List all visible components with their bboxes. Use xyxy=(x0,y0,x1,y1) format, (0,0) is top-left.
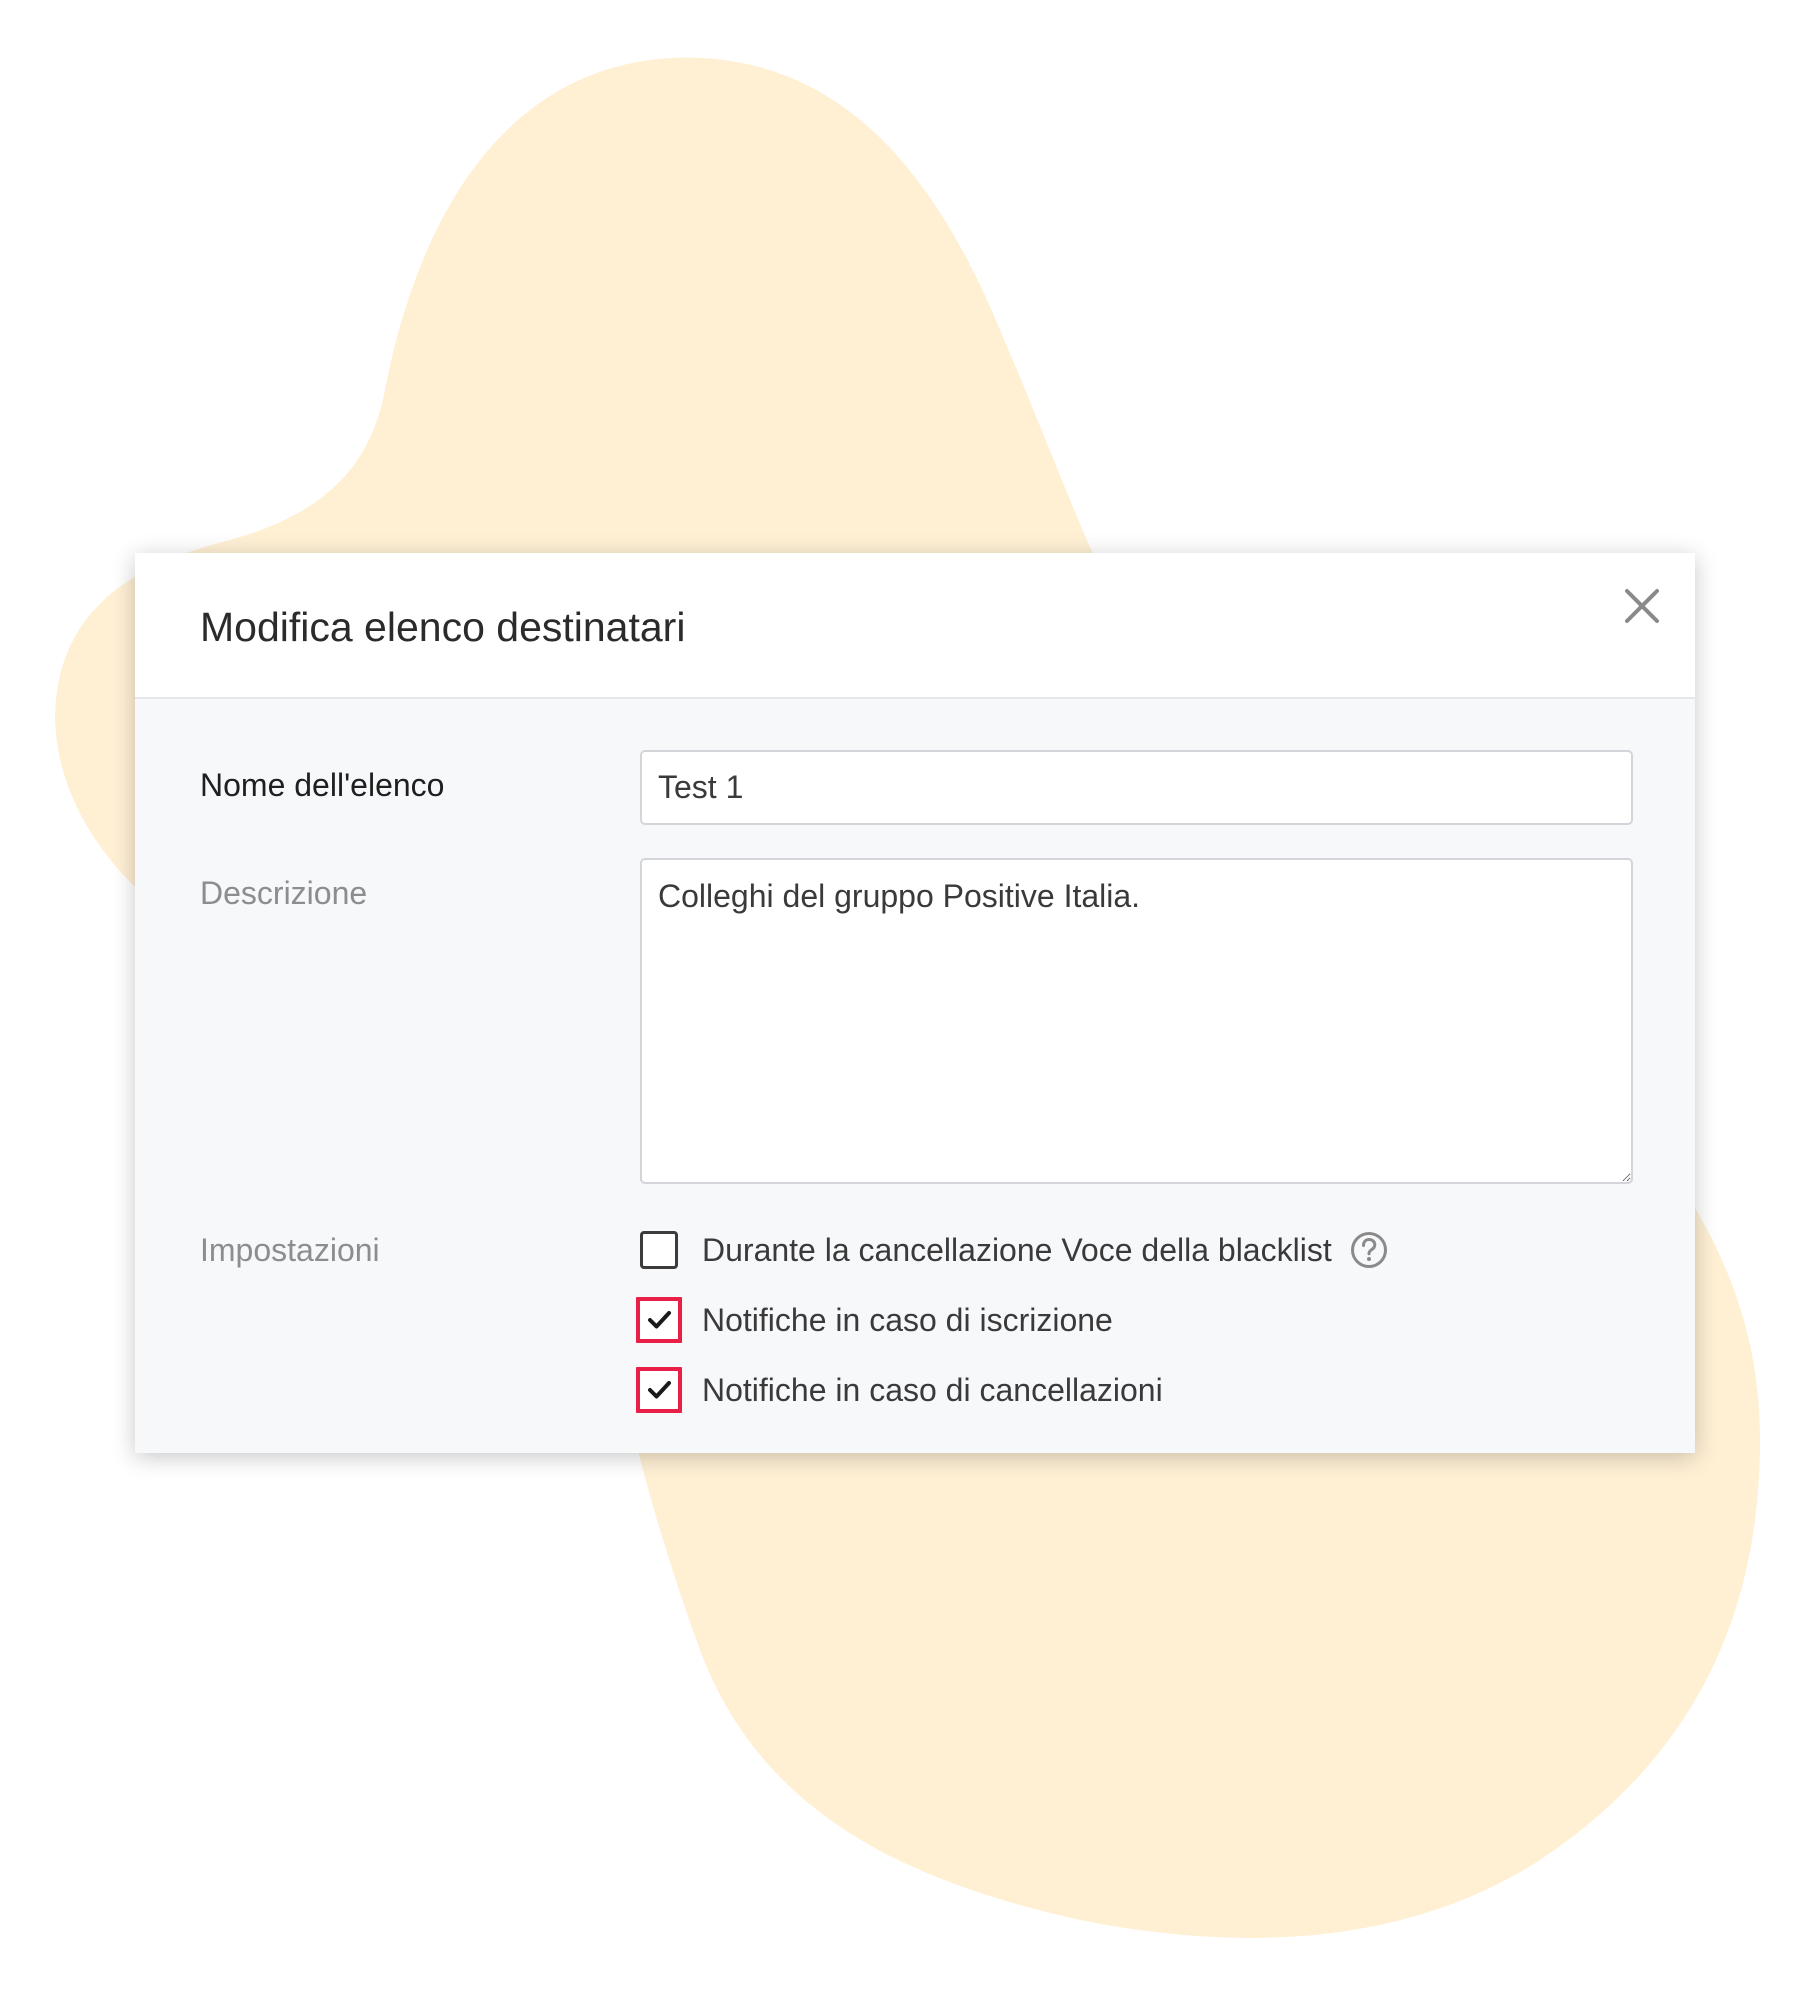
checkmark-icon xyxy=(648,1381,671,1399)
edit-list-dialog: Modifica elenco destinatari Nome dell'el… xyxy=(135,553,1695,1453)
blacklist-checkbox[interactable] xyxy=(640,1231,678,1269)
blacklist-option-label: Durante la cancellazione Voce della blac… xyxy=(702,1232,1332,1268)
dialog-title: Modifica elenco destinatari xyxy=(200,604,686,650)
checkmark-icon xyxy=(648,1311,671,1329)
close-icon xyxy=(1625,589,1659,623)
description-textarea[interactable]: Colleghi del gruppo Positive Italia. xyxy=(640,858,1633,1184)
settings-label: Impostazioni xyxy=(200,1232,380,1268)
unsubscribe-option-label: Notifiche in caso di cancellazioni xyxy=(702,1372,1163,1408)
option-blacklist-row: Durante la cancellazione Voce della blac… xyxy=(640,1228,1388,1272)
unsubscribe-notification-checkbox[interactable] xyxy=(636,1367,682,1413)
subscribe-option-label: Notifiche in caso di iscrizione xyxy=(702,1302,1113,1338)
list-name-input[interactable] xyxy=(640,750,1633,825)
option-subscribe-row: Notifiche in caso di iscrizione xyxy=(636,1297,1113,1343)
subscribe-notification-checkbox[interactable] xyxy=(636,1297,682,1343)
question-circle-icon[interactable] xyxy=(1350,1231,1388,1269)
description-label: Descrizione xyxy=(200,875,368,911)
close-button[interactable] xyxy=(1617,581,1667,631)
list-name-label: Nome dell'elenco xyxy=(200,767,445,803)
option-unsubscribe-row: Notifiche in caso di cancellazioni xyxy=(636,1367,1163,1413)
dialog-header: Modifica elenco destinatari xyxy=(135,553,1695,699)
